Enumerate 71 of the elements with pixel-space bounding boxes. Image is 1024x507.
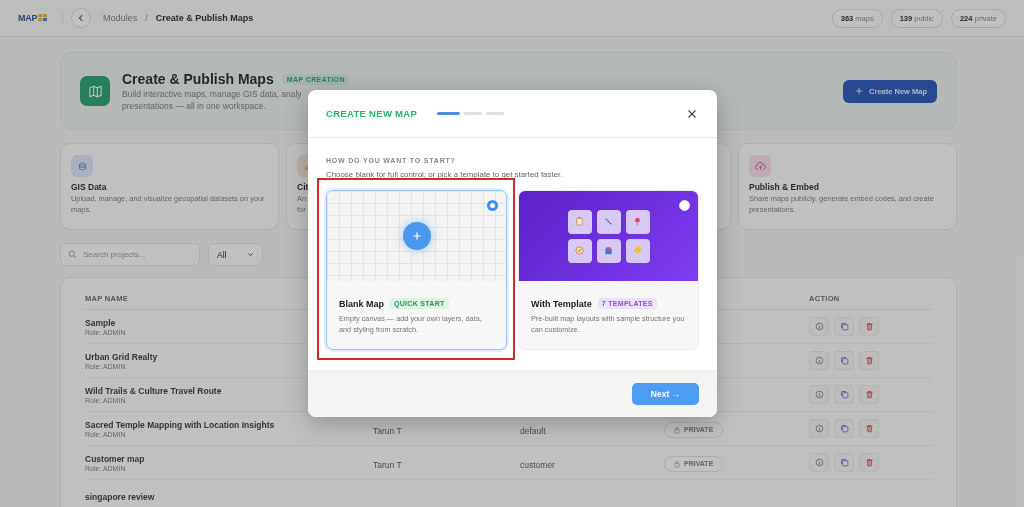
- chevron-down-icon: [247, 251, 254, 258]
- filter-dropdown[interactable]: All: [208, 243, 263, 266]
- lock-icon: [674, 459, 680, 468]
- building-icon: [596, 238, 621, 263]
- trash-icon: [864, 424, 874, 433]
- trash-icon: [864, 390, 874, 399]
- info-icon: [814, 458, 824, 467]
- map-name[interactable]: singapore review: [85, 491, 155, 502]
- radio-button[interactable]: [487, 200, 498, 211]
- pin-icon: [625, 209, 650, 234]
- feature-title: Publish & Embed: [749, 182, 820, 192]
- copy-icon: [839, 458, 849, 467]
- map-name[interactable]: Sacred Temple Mapping with Location Insights: [85, 419, 275, 430]
- delete-button[interactable]: [859, 385, 879, 404]
- copy-button[interactable]: [834, 385, 854, 404]
- tag-icon: [625, 238, 650, 263]
- info-button[interactable]: [809, 419, 829, 438]
- map-name[interactable]: Sample: [85, 317, 126, 328]
- breadcrumb-item: Create & Publish Maps: [155, 13, 254, 23]
- map-icon: [80, 76, 110, 106]
- feature-title: Cit: [297, 182, 310, 192]
- copy-button[interactable]: [834, 351, 854, 370]
- delete-button[interactable]: [859, 317, 879, 336]
- map-name[interactable]: Urban Grid Realty: [85, 351, 158, 362]
- copy-icon: [839, 356, 849, 365]
- lock-icon: [674, 425, 680, 434]
- chevron-left-icon: [77, 14, 86, 22]
- database-icon: [71, 155, 93, 177]
- type-cell: default: [520, 425, 546, 436]
- search-field[interactable]: Search projects...: [60, 243, 200, 266]
- type-cell: customer: [520, 459, 555, 470]
- compass-icon: [567, 238, 592, 263]
- copy-button[interactable]: [834, 419, 854, 438]
- info-icon: [814, 356, 824, 365]
- trash-icon: [864, 458, 874, 467]
- copy-icon: [839, 390, 849, 399]
- option-title: With Template: [531, 298, 592, 309]
- plus-icon: [855, 87, 864, 95]
- page-description: Build interactive maps, manage GIS data, analy: [122, 89, 303, 99]
- map-name[interactable]: Wild Trails & Culture Travel Route: [85, 385, 222, 396]
- copy-button[interactable]: [834, 317, 854, 336]
- copy-icon: [839, 424, 849, 433]
- feature-title: GIS Data: [71, 182, 108, 192]
- plus-icon: [402, 222, 431, 250]
- info-button[interactable]: [809, 351, 829, 370]
- delete-button[interactable]: [859, 453, 879, 472]
- info-icon: [814, 322, 824, 331]
- info-button[interactable]: [809, 317, 829, 336]
- option-title: Blank Map: [339, 298, 384, 309]
- copy-icon: [839, 322, 849, 331]
- owner-cell: Tarun T: [373, 459, 402, 470]
- dialog-title: CREATE NEW MAP: [326, 108, 418, 119]
- info-icon: [814, 424, 824, 433]
- copy-button[interactable]: [834, 453, 854, 472]
- trash-icon: [864, 356, 874, 365]
- owner-cell: Tarun T: [373, 425, 402, 436]
- delete-button[interactable]: [859, 419, 879, 438]
- trash-icon: [864, 322, 874, 331]
- close-icon: [687, 108, 697, 119]
- delete-button[interactable]: [859, 351, 879, 370]
- breadcrumb-separator: /: [145, 13, 148, 23]
- clipboard-icon: [567, 209, 592, 234]
- app-logo[interactable]: MAP: [18, 13, 64, 23]
- cloud-upload-icon: [749, 155, 771, 177]
- info-button[interactable]: [809, 453, 829, 472]
- back-button[interactable]: [71, 8, 92, 28]
- info-button[interactable]: [809, 385, 829, 404]
- page-title: Create & Publish Maps: [122, 71, 274, 87]
- search-icon: [68, 250, 77, 259]
- map-name[interactable]: Customer map: [85, 453, 145, 464]
- info-icon: [814, 390, 824, 399]
